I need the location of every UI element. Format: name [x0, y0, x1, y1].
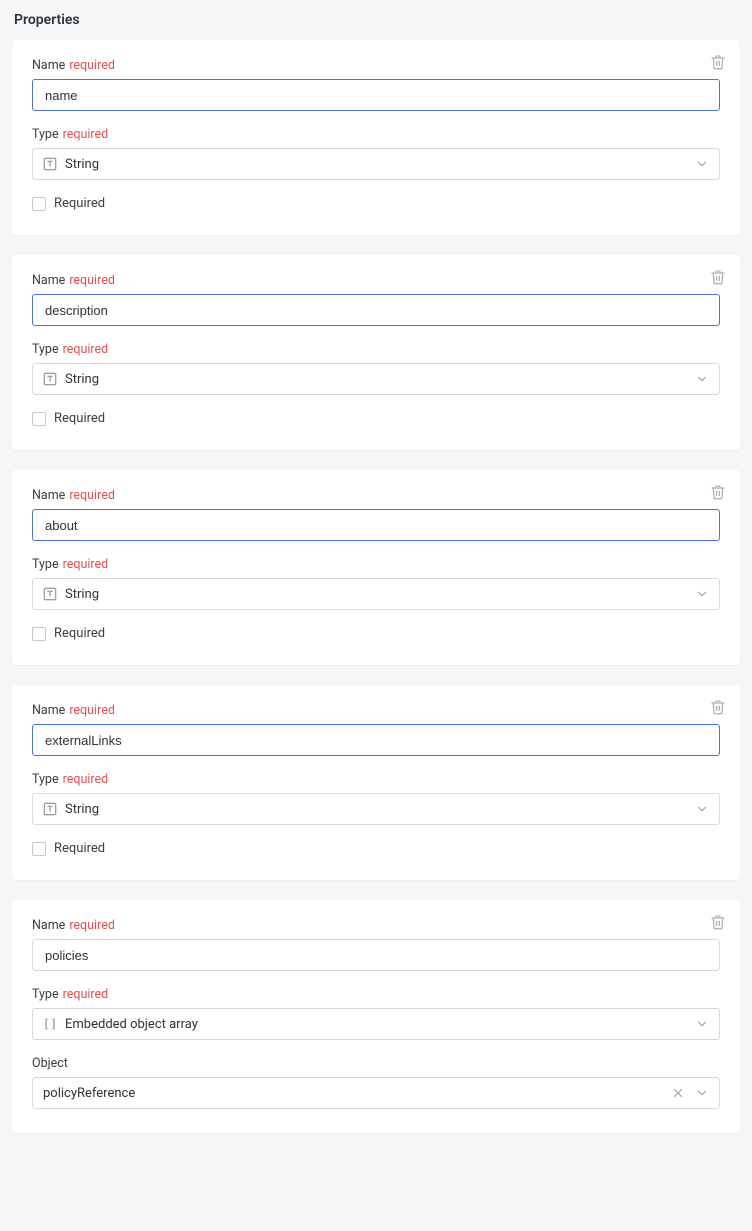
- required-checkbox-row[interactable]: Required: [32, 411, 720, 426]
- trash-icon[interactable]: [710, 484, 726, 500]
- type-value: Embedded object array: [65, 1017, 695, 1032]
- text-type-icon: [43, 372, 57, 386]
- required-checkbox-row[interactable]: Required: [32, 626, 720, 641]
- trash-icon[interactable]: [710, 914, 726, 930]
- chevron-down-icon: [695, 587, 709, 601]
- type-select[interactable]: String: [32, 148, 720, 180]
- required-checkbox-label: Required: [54, 196, 105, 211]
- type-label: Typerequired: [32, 557, 720, 572]
- type-select[interactable]: String: [32, 363, 720, 395]
- required-checkbox-label: Required: [54, 411, 105, 426]
- chevron-down-icon: [695, 1017, 709, 1031]
- type-select[interactable]: Embedded object array: [32, 1008, 720, 1040]
- text-type-icon: [43, 802, 57, 816]
- required-checkbox[interactable]: [32, 197, 46, 211]
- object-label: Object: [32, 1056, 720, 1071]
- property-card: Namerequired Typerequired String Require…: [12, 470, 740, 665]
- required-checkbox-row[interactable]: Required: [32, 841, 720, 856]
- type-label: Typerequired: [32, 987, 720, 1002]
- section-title: Properties: [14, 12, 740, 28]
- name-input[interactable]: [32, 509, 720, 541]
- required-checkbox[interactable]: [32, 842, 46, 856]
- property-card: Namerequired Typerequired String Require…: [12, 255, 740, 450]
- type-value: String: [65, 157, 695, 172]
- chevron-down-icon: [695, 802, 709, 816]
- chevron-down-icon: [695, 1086, 709, 1100]
- chevron-down-icon: [695, 157, 709, 171]
- object-value: policyReference: [43, 1086, 671, 1101]
- required-checkbox[interactable]: [32, 627, 46, 641]
- name-label: Namerequired: [32, 918, 720, 933]
- property-card: Namerequired Typerequired Embedded objec…: [12, 900, 740, 1133]
- property-card: Namerequired Typerequired String Require…: [12, 685, 740, 880]
- name-label: Namerequired: [32, 488, 720, 503]
- required-checkbox-row[interactable]: Required: [32, 196, 720, 211]
- name-input[interactable]: [32, 939, 720, 971]
- trash-icon[interactable]: [710, 54, 726, 70]
- name-input[interactable]: [32, 724, 720, 756]
- type-value: String: [65, 587, 695, 602]
- array-type-icon: [43, 1017, 57, 1031]
- trash-icon[interactable]: [710, 269, 726, 285]
- type-label: Typerequired: [32, 127, 720, 142]
- object-select[interactable]: policyReference: [32, 1077, 720, 1109]
- type-select[interactable]: String: [32, 578, 720, 610]
- property-card: Namerequired Typerequired String Require…: [12, 40, 740, 235]
- name-input[interactable]: [32, 79, 720, 111]
- name-input[interactable]: [32, 294, 720, 326]
- clear-icon[interactable]: [671, 1086, 685, 1100]
- required-checkbox[interactable]: [32, 412, 46, 426]
- type-label: Typerequired: [32, 772, 720, 787]
- text-type-icon: [43, 587, 57, 601]
- name-label: Namerequired: [32, 273, 720, 288]
- required-checkbox-label: Required: [54, 626, 105, 641]
- type-value: String: [65, 372, 695, 387]
- type-label: Typerequired: [32, 342, 720, 357]
- text-type-icon: [43, 157, 57, 171]
- name-label: Namerequired: [32, 703, 720, 718]
- type-value: String: [65, 802, 695, 817]
- type-select[interactable]: String: [32, 793, 720, 825]
- chevron-down-icon: [695, 372, 709, 386]
- trash-icon[interactable]: [710, 699, 726, 715]
- name-label: Namerequired: [32, 58, 720, 73]
- required-checkbox-label: Required: [54, 841, 105, 856]
